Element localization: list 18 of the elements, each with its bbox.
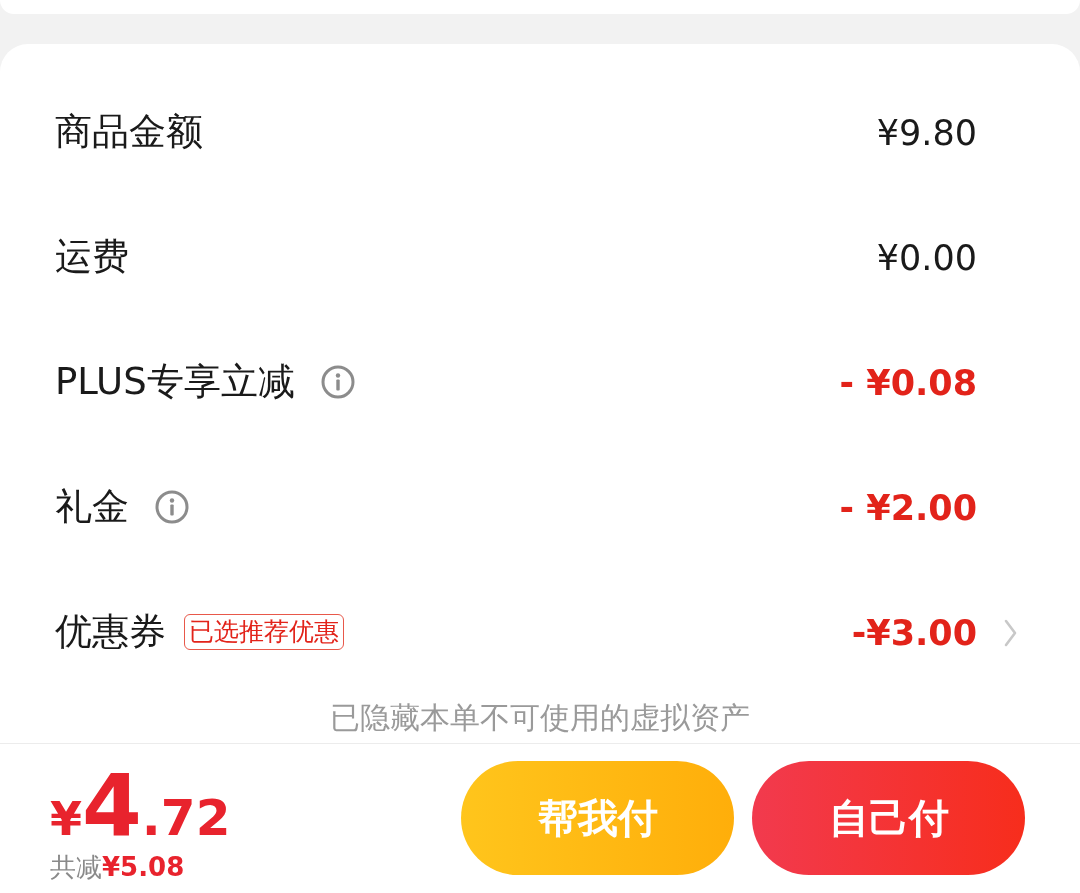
fee-amount: - ¥2.00 (839, 486, 977, 529)
fee-label: 礼金 (55, 485, 129, 530)
fee-label: 优惠券 (55, 610, 166, 655)
coupon-tag: 已选推荐优惠 (184, 614, 344, 651)
saved-label: 共减 (50, 851, 102, 884)
info-icon[interactable] (320, 365, 355, 400)
fee-amount: - ¥0.08 (839, 361, 977, 404)
fee-label: PLUS专享立减 (55, 360, 295, 405)
pay-button[interactable]: 自己付 (752, 761, 1025, 875)
fee-amount: ¥0.00 (876, 236, 977, 279)
fee-amount: -¥3.00 (851, 611, 977, 654)
hidden-assets-note: 已隐藏本单不可使用的虚拟资产 (330, 701, 750, 735)
fee-label: 运费 (55, 235, 129, 280)
info-icon[interactable] (155, 490, 189, 525)
total-price: ¥4.72 (50, 762, 231, 848)
saved-amount: ¥5.08 (102, 851, 185, 884)
fee-label: 商品金额 (55, 110, 203, 155)
fee-amount: ¥9.80 (876, 111, 977, 154)
